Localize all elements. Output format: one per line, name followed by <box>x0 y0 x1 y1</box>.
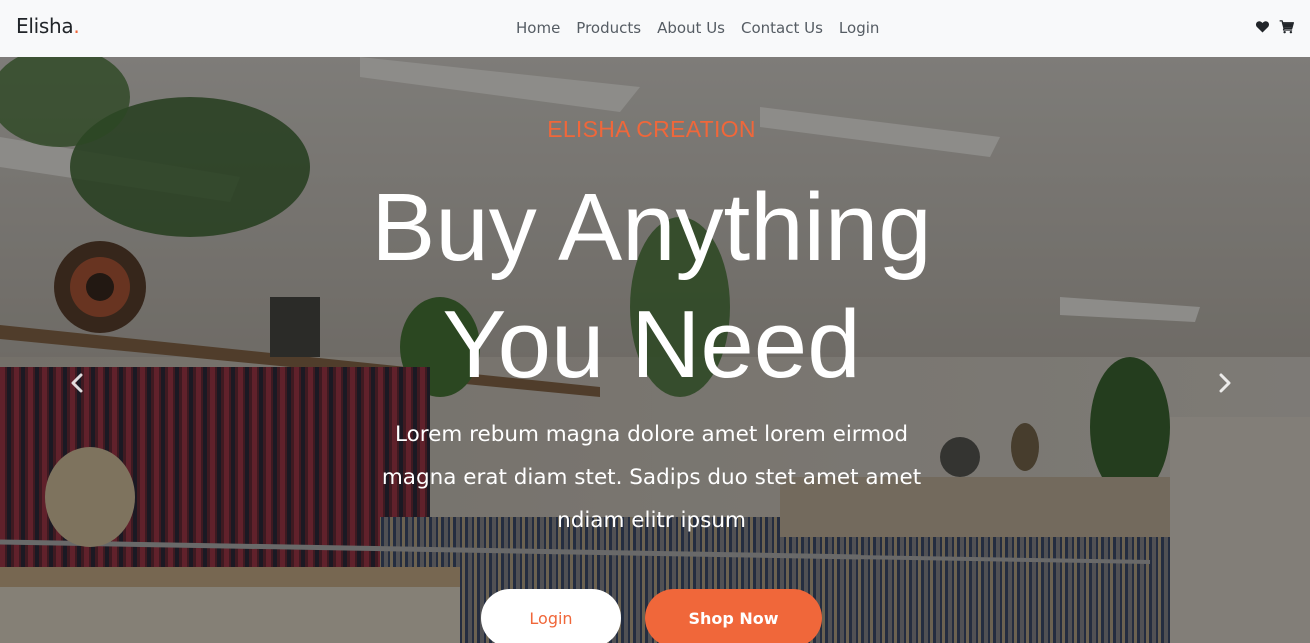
hero-login-button[interactable]: Login <box>481 589 621 643</box>
brand-dot: . <box>73 14 80 38</box>
nav-icons <box>1255 19 1294 34</box>
nav-link-about-us[interactable]: About Us <box>657 19 725 37</box>
hero-carousel: ELISHA CREATION Buy Anything You Need Lo… <box>0 57 1310 643</box>
heart-icon[interactable] <box>1255 19 1270 34</box>
hero-description: Lorem rebum magna dolore amet lorem eirm… <box>381 422 922 533</box>
nav-item-products: Products <box>576 18 641 37</box>
hero-caption: ELISHA CREATION Buy Anything You Need Lo… <box>0 57 1310 643</box>
hero-eyebrow: ELISHA CREATION <box>547 116 756 142</box>
nav-item-login: Login <box>839 18 879 37</box>
nav-link-products[interactable]: Products <box>576 19 641 37</box>
nav-link-contact-us[interactable]: Contact Us <box>741 19 823 37</box>
brand-logo[interactable]: Elisha. <box>16 14 80 38</box>
nav-link-login[interactable]: Login <box>839 19 879 37</box>
nav-item-contact: Contact Us <box>741 18 823 37</box>
nav-item-home: Home <box>516 18 560 37</box>
cart-icon[interactable] <box>1279 19 1294 34</box>
nav-item-about: About Us <box>657 18 725 37</box>
chevron-right-icon[interactable] <box>1212 371 1236 395</box>
shop-now-button[interactable]: Shop Now <box>645 589 822 643</box>
nav-menu: Home Products About Us Contact Us Login <box>516 18 879 37</box>
hero-headline: Buy Anything You Need <box>371 174 932 398</box>
nav-link-home[interactable]: Home <box>516 19 560 37</box>
brand-name: Elisha <box>16 14 74 38</box>
navbar: Elisha. Home Products About Us Contact U… <box>0 0 1310 57</box>
chevron-left-icon[interactable] <box>66 371 90 395</box>
